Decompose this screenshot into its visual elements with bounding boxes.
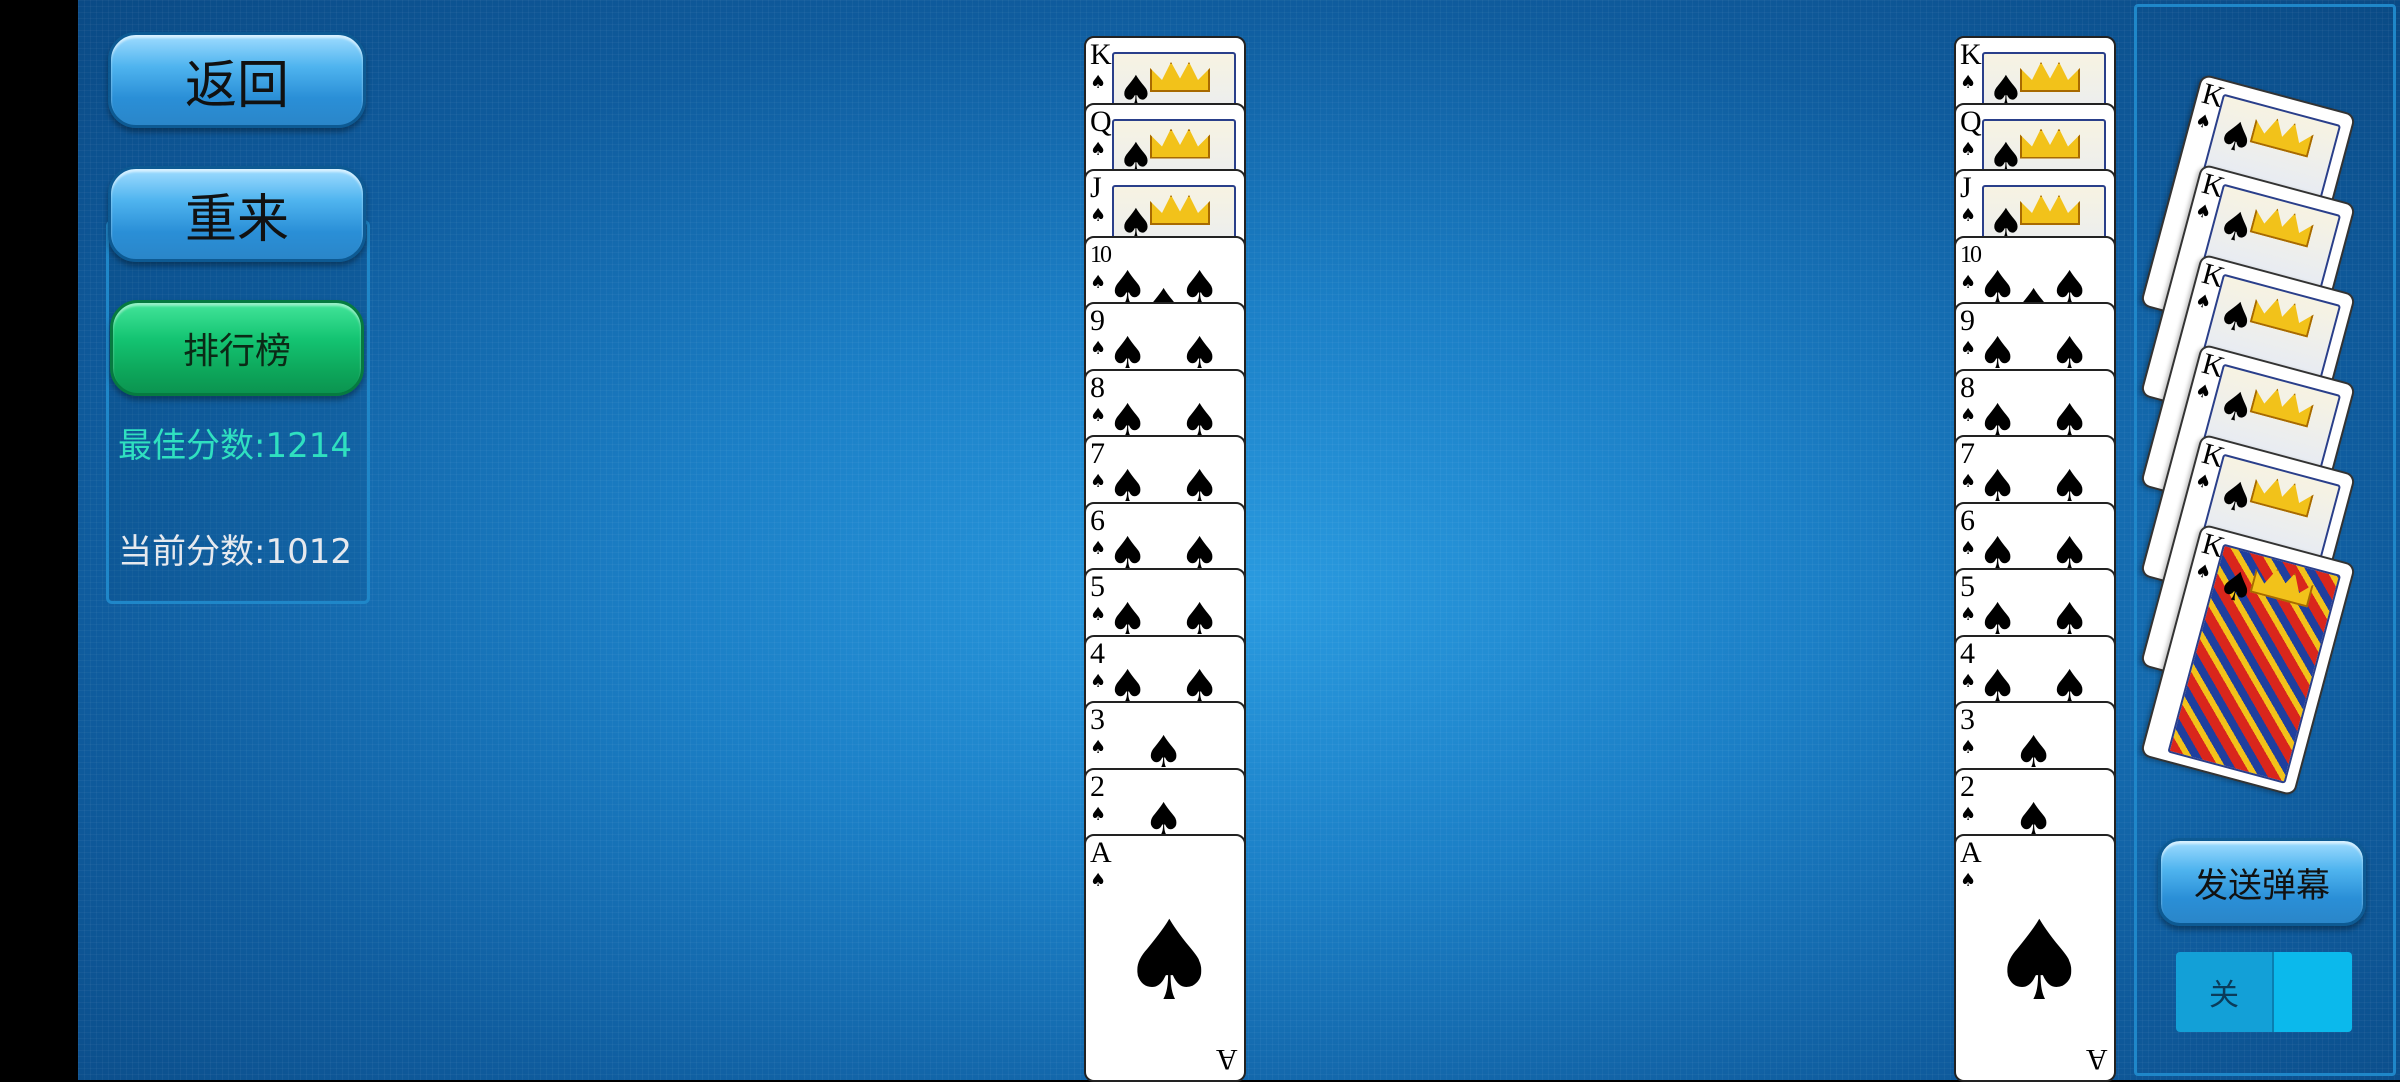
card-rank: 5 — [1090, 570, 1105, 603]
card[interactable]: A ♠ ♠ A — [1954, 834, 2116, 1082]
spade-icon: ♠ — [1960, 604, 1977, 625]
spade-icon: ♠ — [2213, 110, 2260, 165]
crown-icon — [2020, 62, 2080, 92]
crown-icon — [2020, 195, 2080, 225]
back-button[interactable]: 返回 — [108, 32, 366, 128]
card-rank: K — [1090, 38, 1112, 71]
card-rank: 9 — [1090, 304, 1105, 337]
send-danmu-button[interactable]: 发送弹幕 — [2158, 838, 2366, 926]
best-score: 最佳分数:1214 — [118, 426, 352, 466]
card-rank: 2 — [1960, 769, 1975, 803]
spade-icon: ♠ — [2192, 379, 2214, 405]
crown-icon — [1150, 195, 1210, 225]
card-rank: 2 — [1090, 769, 1105, 803]
spade-icon: ♠ — [1960, 537, 1977, 559]
card-rank: 5 — [1960, 570, 1975, 603]
card-rank: 6 — [1960, 503, 1975, 537]
spade-icon: ♠ — [2192, 199, 2214, 225]
spade-icon: ♠ — [1090, 404, 1107, 426]
spade-icon: ♠ — [1090, 537, 1107, 559]
spade-icon: ♠ — [1960, 205, 1977, 226]
card-rank: 8 — [1960, 370, 1975, 404]
card-rank: Q — [1090, 104, 1112, 138]
spade-icon: ♠ — [1090, 604, 1107, 625]
card-rank: J — [1960, 171, 1972, 204]
spade-icon: ♠ — [1960, 737, 1977, 758]
card-rank: 10 — [1960, 241, 1982, 268]
card-rank: 7 — [1090, 437, 1105, 470]
spade-icon: ♠ — [2192, 469, 2214, 495]
spade-icon: ♠ — [1090, 803, 1107, 825]
spade-icon: ♠ — [1960, 404, 1977, 426]
spade-icon: ♠ — [2213, 290, 2260, 345]
card[interactable]: A ♠ ♠ A — [1084, 834, 1246, 1082]
card-rank: 4 — [1960, 636, 1975, 670]
current-score: 当前分数:1012 — [118, 532, 352, 572]
restart-button[interactable]: 重来 — [108, 166, 366, 262]
spade-icon: ♠ — [1090, 72, 1107, 93]
card-rank: 3 — [1960, 703, 1975, 736]
spade-icon: ♠ — [1960, 670, 1977, 692]
spade-icon: ♠ — [1990, 897, 2089, 1025]
leaderboard-button[interactable]: 排行榜 — [110, 300, 364, 396]
spade-icon: ♠ — [1960, 803, 1977, 825]
spade-icon: ♠ — [2192, 289, 2214, 315]
card-rank: A — [1090, 836, 1112, 869]
card-rank: 9 — [1960, 304, 1975, 337]
spade-icon: ♠ — [1090, 338, 1107, 359]
spade-icon: ♠ — [2213, 560, 2260, 615]
spade-icon: ♠ — [1090, 737, 1107, 758]
card-rank: 8 — [1090, 370, 1105, 404]
card-rank: 7 — [1960, 437, 1975, 470]
card-rank: J — [1090, 171, 1102, 204]
crown-icon — [1150, 62, 1210, 92]
card-rank: 4 — [1090, 636, 1105, 670]
spade-icon: ♠ — [2213, 470, 2260, 525]
spade-icon: ♠ — [1120, 897, 1219, 1025]
spade-icon: ♠ — [1090, 670, 1107, 692]
toggle-off-label: 关 — [2176, 952, 2272, 1032]
spade-icon: ♠ — [1960, 138, 1977, 160]
spade-icon: ♠ — [2192, 559, 2214, 585]
danmu-toggle[interactable]: 关 — [2176, 952, 2352, 1032]
spade-icon: ♠ — [1960, 338, 1977, 359]
spade-icon: ♠ — [1090, 870, 1107, 891]
spade-icon: ♠ — [1960, 870, 1977, 891]
card-rank: A — [1960, 836, 1982, 869]
spade-icon: ♠ — [1090, 471, 1107, 492]
spade-icon: ♠ — [1960, 72, 1977, 93]
card-rank: A — [2086, 1043, 2108, 1076]
card-rank: 10 — [1090, 241, 1112, 268]
spade-icon: ♠ — [2192, 109, 2214, 135]
spade-icon: ♠ — [1960, 271, 1977, 293]
spade-icon: ♠ — [2213, 200, 2260, 255]
toggle-knob[interactable] — [2272, 952, 2352, 1032]
spade-icon: ♠ — [1090, 205, 1107, 226]
crown-icon — [1150, 128, 1210, 159]
spade-icon: ♠ — [1090, 138, 1107, 160]
spade-icon: ♠ — [1960, 471, 1977, 492]
card-rank: A — [1216, 1043, 1238, 1076]
card-rank: Q — [1960, 104, 1982, 138]
card-rank: K — [1960, 38, 1982, 71]
card-rank: 6 — [1090, 503, 1105, 537]
crown-icon — [2020, 128, 2080, 159]
spade-icon: ♠ — [2213, 380, 2260, 435]
spade-icon: ♠ — [1090, 271, 1107, 293]
card-rank: 3 — [1090, 703, 1105, 736]
